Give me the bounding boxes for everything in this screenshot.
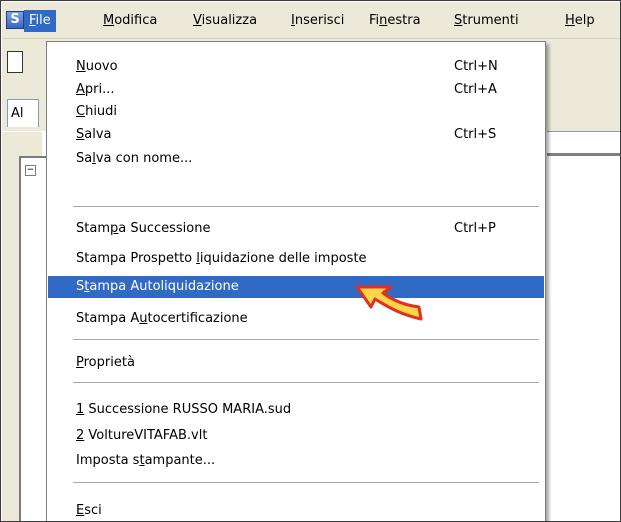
menu-separator [73, 382, 539, 384]
label-mnemonic: A [76, 82, 85, 97]
file-menu-dropdown: Nuovo Ctrl+N Apri... Ctrl+A Chiudi Salva Ct… [46, 41, 546, 521]
arrow-shape [355, 285, 423, 321]
label-mnemonic: E [76, 503, 85, 518]
menu-item-label: Imposta stampante... [76, 450, 215, 472]
label-pre: Stam [76, 221, 110, 236]
menu-item-label: 2 VoltureVITAFAB.vlt [76, 425, 207, 447]
menu-separator [73, 206, 539, 208]
menu-item-salva-con-nome[interactable]: Salva con nome... [48, 148, 544, 170]
menu-bar: S File Modifica Visualizza Inserisci Fin… [2, 2, 620, 38]
menu-item-label: 1 Successione RUSSO MARIA.sud [76, 399, 291, 421]
menu-item-label: Salva [76, 124, 112, 146]
menu-item-label: Proprietà [76, 352, 135, 374]
label-mnemonic: N [76, 59, 86, 74]
menu-finestra-label-pre: Fi [369, 13, 380, 28]
menu-item-chiudi[interactable]: Chiudi [48, 101, 544, 123]
menu-item-label: Stampa Autoliquidazione [76, 276, 239, 298]
menu-modifica-label-post: odifica [114, 13, 158, 28]
menu-inserisci[interactable]: Inserisci [286, 10, 349, 32]
menu-item-stampa-autoliquidazione[interactable]: Stampa Autoliquidazione [48, 276, 544, 298]
label-post: VoltureVITAFAB.vlt [84, 428, 208, 443]
menu-separator [73, 339, 539, 341]
label-pre: Sa [76, 151, 93, 166]
menu-item-label: Stampa Autocertificazione [76, 308, 248, 330]
label-post: hiudi [85, 104, 118, 119]
label-post: iquidazione delle imposte [199, 251, 367, 266]
menu-item-stampa-prospetto[interactable]: Stampa Prospetto liquidazione delle impo… [48, 248, 544, 270]
label-post: alva [84, 127, 112, 142]
menu-item-label: Nuovo [76, 56, 118, 78]
menu-item-apri[interactable]: Apri... Ctrl+A [48, 79, 544, 101]
app-icon[interactable]: S [6, 11, 24, 29]
label-post: roprietà [83, 355, 135, 370]
label-post: a Successione [118, 221, 211, 236]
menu-item-label: Stampa Successione [76, 218, 210, 240]
menu-help-label-post: elp [574, 13, 595, 28]
menu-item-label: Chiudi [76, 101, 117, 123]
label-post: pri... [84, 82, 115, 97]
menu-separator [73, 482, 539, 484]
label-mnemonic: p [109, 221, 119, 236]
menu-finestra[interactable]: Finestra [364, 10, 426, 32]
tab-al[interactable]: Al [7, 99, 39, 127]
arrow-pointer-icon [355, 285, 423, 321]
label-post: ampante... [144, 453, 216, 468]
menu-item-salva[interactable]: Salva Ctrl+S [48, 124, 544, 146]
new-document-icon[interactable] [7, 51, 23, 73]
label-pre: Stampa A [76, 311, 140, 326]
menu-visualizza-label-post: isualizza [201, 13, 258, 28]
menu-strumenti-label-post: trumenti [462, 13, 519, 28]
divider [547, 153, 620, 157]
menu-help[interactable]: Help [560, 10, 600, 32]
menu-item-imposta-stampante[interactable]: Imposta stampante... [48, 450, 544, 472]
application-window: S File Modifica Visualizza Inserisci Fin… [0, 0, 621, 522]
menu-item-esci[interactable]: Esci [48, 500, 544, 521]
label-post: Successione RUSSO MARIA.sud [84, 402, 292, 417]
menu-item-recent-2[interactable]: 2 VoltureVITAFAB.vlt [48, 425, 544, 447]
menu-item-recent-1[interactable]: 1 Successione RUSSO MARIA.sud [48, 399, 544, 421]
tab-al-label: Al [11, 106, 24, 121]
label-post: va con nome... [95, 151, 193, 166]
menu-inserisci-label-post: nserisci [294, 13, 345, 28]
menu-item-stampa-autocertificazione[interactable]: Stampa Autocertificazione [48, 308, 544, 330]
label-post: tocertificazione [147, 311, 248, 326]
label-pre: Imposta s [76, 453, 140, 468]
menu-file-label-post: ile [35, 13, 51, 28]
menu-item-shortcut: Ctrl+S [454, 127, 497, 142]
tree-collapse-icon[interactable]: − [25, 165, 36, 176]
label-post: uovo [85, 59, 118, 74]
menu-item-label: Stampa Prospetto liquidazione delle impo… [76, 248, 367, 270]
menu-item-nuovo[interactable]: Nuovo Ctrl+N [48, 56, 544, 78]
label-post: sci [84, 503, 102, 518]
menu-strumenti[interactable]: Strumenti [449, 10, 524, 32]
menu-item-label: Esci [76, 500, 102, 521]
menu-item-label: Salva con nome... [76, 148, 192, 170]
menu-modifica-mnemonic: M [103, 13, 115, 28]
menu-item-shortcut: Ctrl+N [454, 59, 498, 74]
label-pre: Stampa Prospetto [76, 251, 197, 266]
menu-file[interactable]: File [24, 10, 56, 32]
label-mnemonic: C [76, 104, 86, 119]
menu-visualizza-mnemonic: V [193, 13, 202, 28]
label-post: ampa Autoliquidazione [89, 279, 239, 294]
menu-item-shortcut: Ctrl+P [454, 221, 496, 236]
menu-help-mnemonic: H [565, 13, 575, 28]
menu-finestra-label-post: estra [387, 13, 421, 28]
menu-modifica[interactable]: Modifica [98, 10, 162, 32]
menu-visualizza[interactable]: Visualizza [188, 10, 262, 32]
label-mnemonic: P [76, 355, 84, 370]
menu-item-stampa-successione[interactable]: Stampa Successione Ctrl+P [48, 218, 544, 240]
divider [547, 131, 620, 132]
menu-item-proprieta[interactable]: Proprietà [48, 352, 544, 374]
menu-item-shortcut: Ctrl+A [454, 82, 497, 97]
menu-item-label: Apri... [76, 79, 115, 101]
